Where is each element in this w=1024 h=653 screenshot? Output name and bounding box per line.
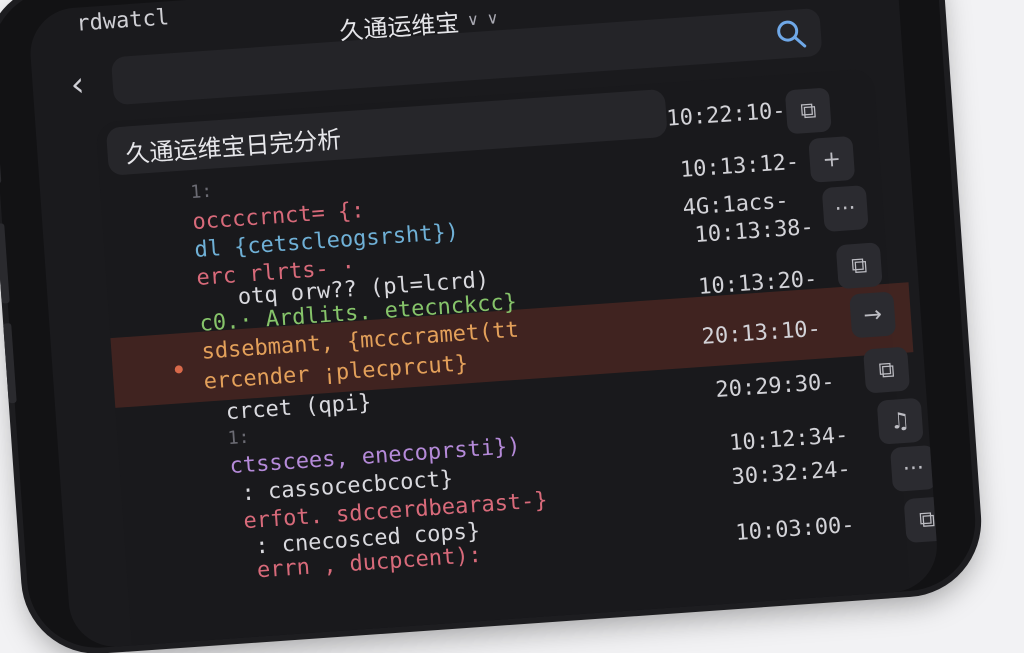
chevron-left-icon: ‹	[69, 64, 86, 106]
copy-button[interactable]: ⧉	[835, 242, 883, 290]
app-screen: rdwatcl 久通运维宝 ∨ ∨ ‹ 久通运维宝日完分析 1: occccrn…	[27, 0, 940, 650]
share-button[interactable]: ♫	[876, 397, 924, 445]
share-icon: ♫	[889, 408, 911, 435]
copy-button[interactable]: ⧉	[863, 346, 911, 394]
volume-up-button	[0, 223, 10, 304]
line-number: 1:	[189, 180, 213, 204]
arrow-right-icon: →	[862, 301, 883, 328]
copy-icon: ⧉	[799, 97, 818, 124]
chevron-down-icon: ∨	[486, 8, 500, 29]
line-number: 1:	[227, 426, 251, 450]
back-button[interactable]: ‹	[69, 64, 86, 106]
copy-icon: ⧉	[850, 252, 868, 279]
volume-down-button	[3, 322, 17, 404]
copy-icon: ⧉	[918, 506, 936, 533]
more-icon: ···	[833, 195, 857, 222]
side-button	[0, 143, 2, 184]
status-text: rdwatcl	[75, 5, 170, 37]
copy-button[interactable]: ⧉	[784, 87, 832, 135]
add-button[interactable]: +	[808, 135, 856, 183]
copy-button[interactable]: ⧉	[903, 496, 940, 544]
forward-button[interactable]: →	[849, 291, 897, 339]
phone-frame: rdwatcl 久通运维宝 ∨ ∨ ‹ 久通运维宝日完分析 1: occccrn…	[0, 0, 980, 653]
chevron-down-icon: ∨	[466, 9, 480, 30]
more-button[interactable]: ···	[890, 444, 937, 492]
copy-icon: ⧉	[877, 357, 896, 384]
search-icon[interactable]	[774, 17, 808, 55]
plus-icon: +	[821, 146, 842, 173]
more-icon: ···	[902, 455, 925, 482]
more-button[interactable]: ···	[821, 185, 869, 233]
